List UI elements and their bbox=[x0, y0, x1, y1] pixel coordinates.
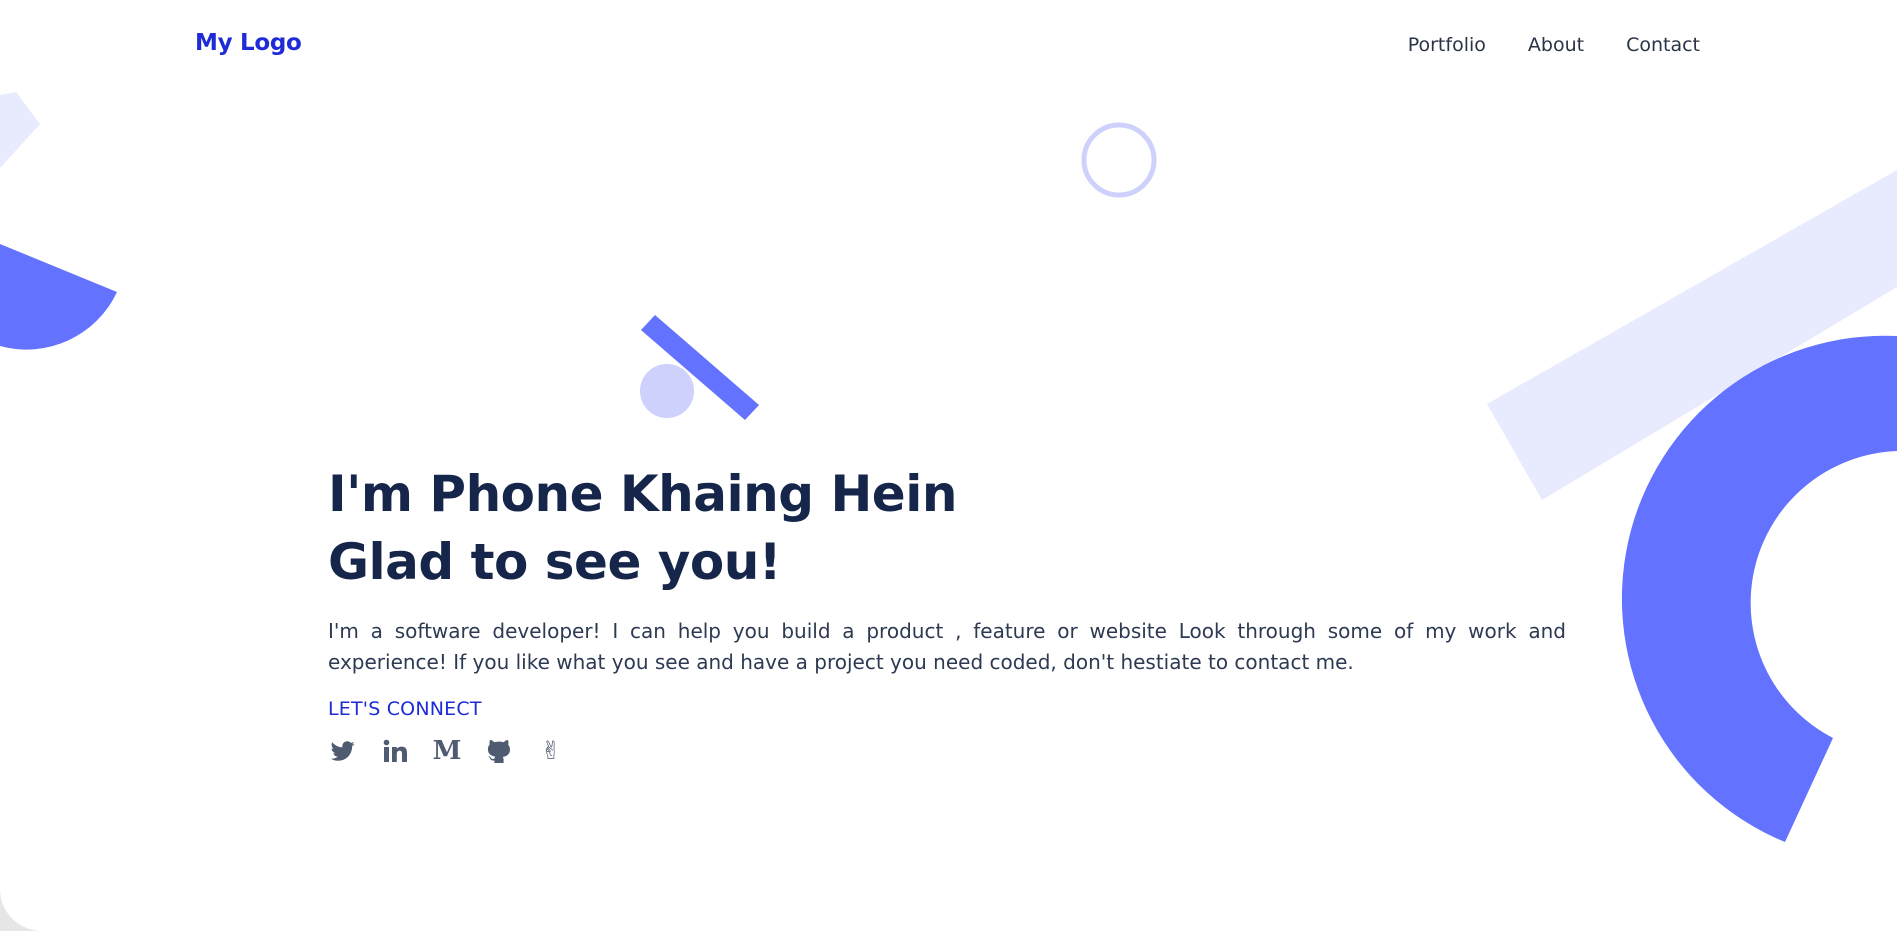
angellist-icon[interactable]: ✌ bbox=[536, 736, 566, 766]
hero-heading-line-2: Glad to see you! bbox=[328, 533, 782, 591]
logo-link[interactable]: My Logo bbox=[195, 30, 302, 56]
nav-link-about[interactable]: About bbox=[1528, 34, 1584, 56]
hero-heading: I'm Phone Khaing Hein Glad to see you! bbox=[328, 460, 1566, 596]
lets-connect-label: LET'S CONNECT bbox=[328, 698, 482, 720]
hollow-circle-shape bbox=[1081, 122, 1157, 198]
nav-link-contact[interactable]: Contact bbox=[1626, 34, 1700, 56]
hero-intro-text: I'm a software developer! I can help you… bbox=[328, 619, 1566, 674]
blue-wedge-shape bbox=[0, 244, 117, 350]
medium-icon[interactable]: M bbox=[432, 736, 462, 766]
nav-link-portfolio[interactable]: Portfolio bbox=[1408, 34, 1486, 56]
linkedin-icon[interactable] bbox=[380, 736, 410, 766]
hero-heading-line-1: I'm Phone Khaing Hein bbox=[328, 465, 957, 523]
page: My Logo Portfolio About Contact I'm Phon… bbox=[0, 0, 1897, 931]
main-nav: Portfolio About Contact bbox=[1408, 34, 1700, 56]
medium-icon-glyph: M bbox=[432, 736, 462, 766]
social-links: M ✌ bbox=[328, 736, 1566, 766]
github-icon[interactable] bbox=[484, 736, 514, 766]
hero-section: I'm Phone Khaing Hein Glad to see you! I… bbox=[328, 460, 1566, 766]
angellist-icon-glyph: ✌ bbox=[540, 736, 562, 765]
twitter-icon[interactable] bbox=[328, 736, 358, 766]
small-circle-shape bbox=[640, 364, 694, 418]
light-parallelogram-shape bbox=[0, 92, 40, 168]
